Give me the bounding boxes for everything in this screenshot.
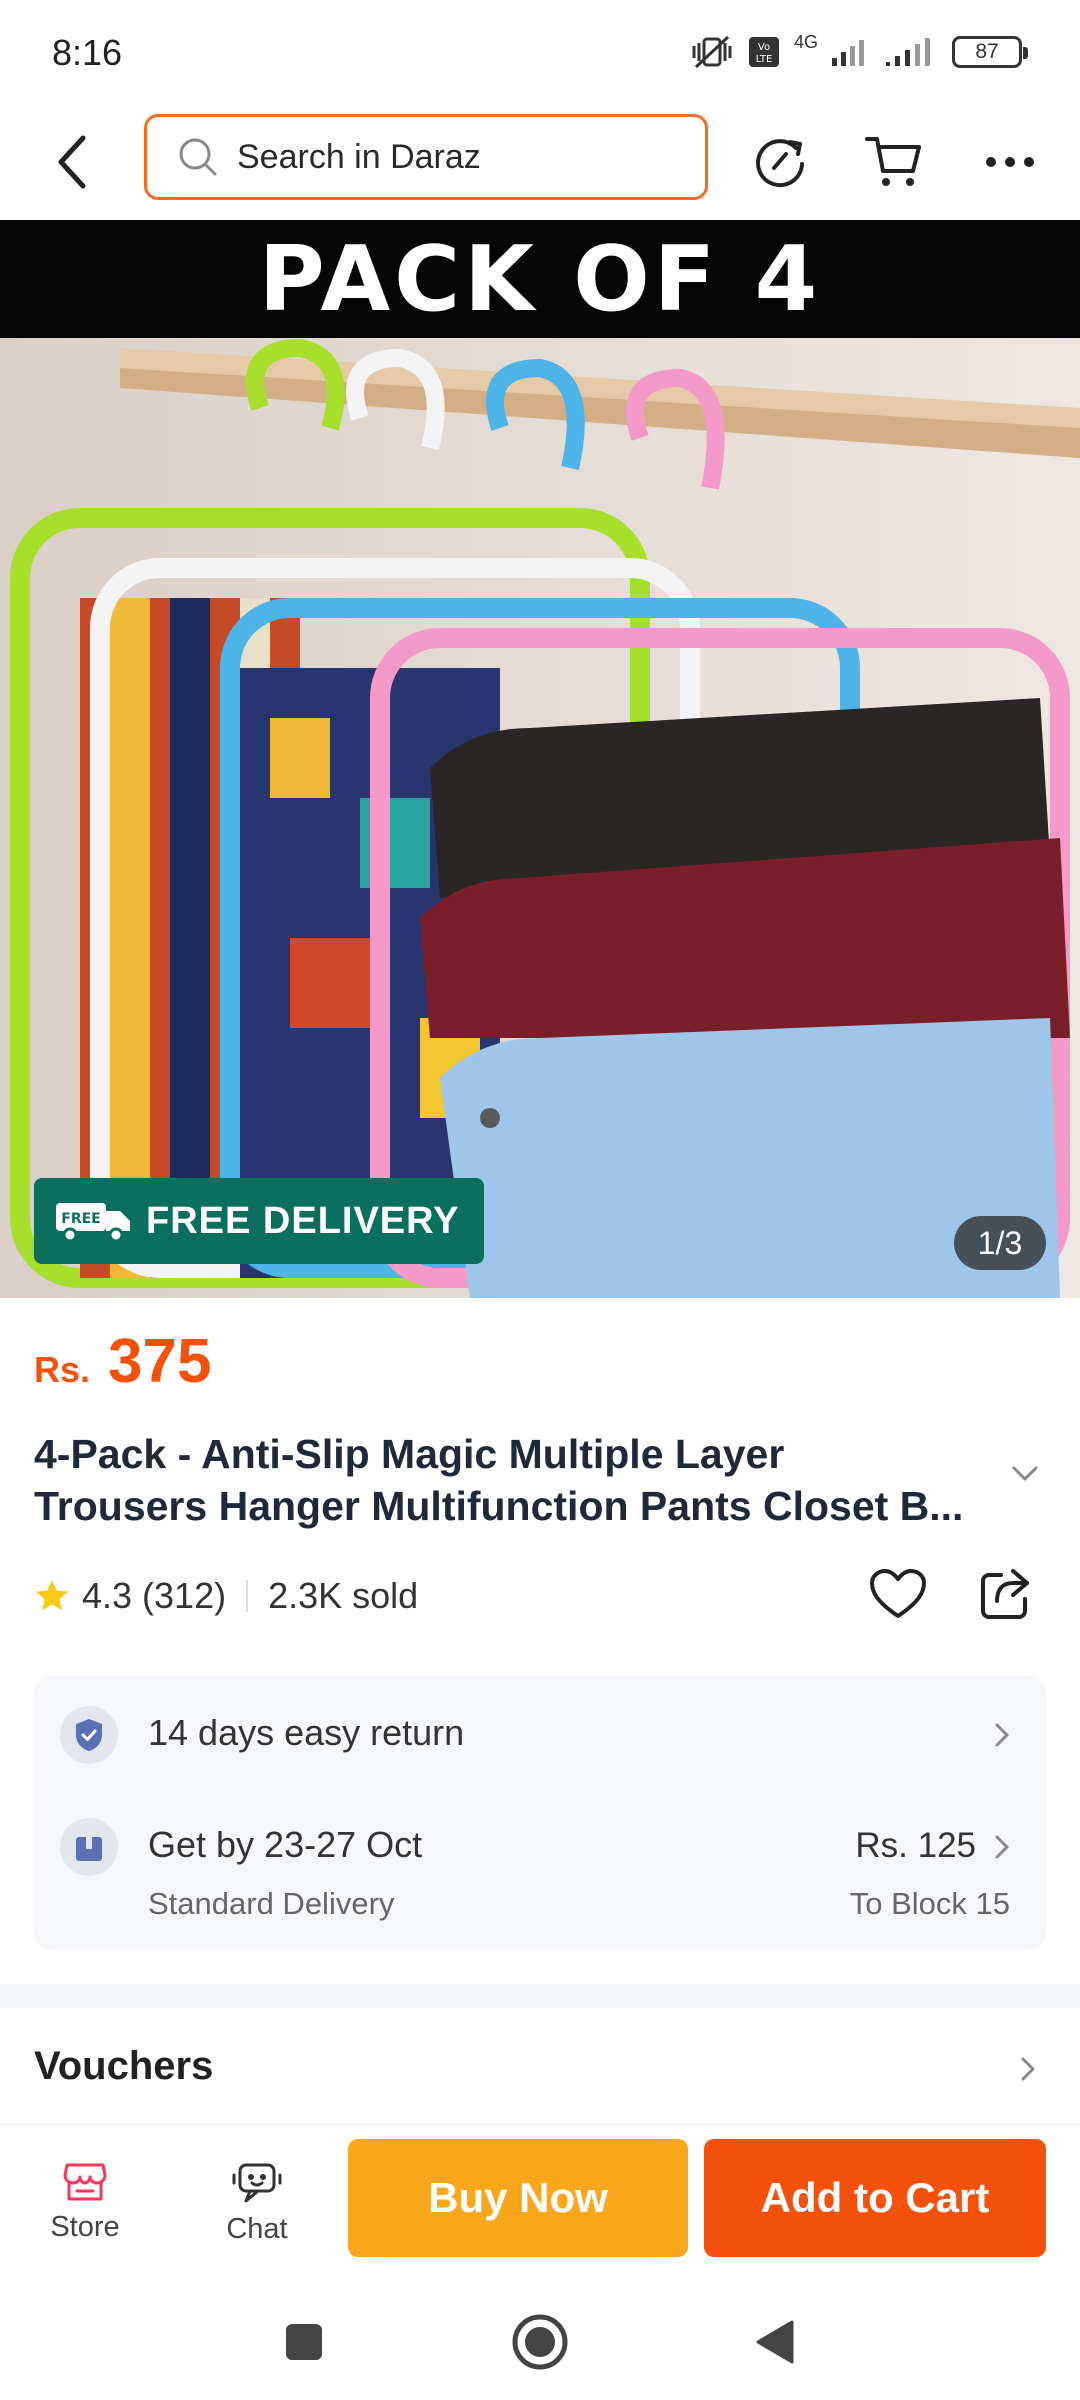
back-button[interactable] [44, 128, 100, 196]
chevron-right-icon [995, 1835, 1009, 1859]
status-time: 8:16 [52, 32, 123, 73]
delivery-row[interactable]: Get by 23-27 Oct Standard Delivery Rs. 1… [60, 1814, 1020, 1934]
search-icon [179, 138, 217, 176]
chat-label: Chat [226, 2213, 288, 2245]
volte-icon: Vo LTE [748, 37, 779, 67]
battery-level: 87 [975, 40, 999, 63]
pack-banner-text: PACK OF 4 [258, 226, 822, 332]
bottom-action-bar: Store Chat Buy Now Add to Cart [0, 2124, 1080, 2280]
rating-row[interactable]: 4.3 (312) 2.3K sold [34, 1566, 418, 1626]
product-title[interactable]: 4-Pack - Anti-Slip Magic Multiple Layer … [34, 1428, 1014, 1532]
add-to-cart-button[interactable]: Add to Cart [704, 2139, 1046, 2257]
truck-icon: FREE [56, 1203, 130, 1243]
return-policy-text: 14 days easy return [148, 1712, 465, 1753]
free-delivery-badge: FREE FREE DELIVERY [34, 1178, 484, 1264]
heart-icon [870, 1569, 926, 1618]
expand-title-button[interactable] [1012, 1466, 1038, 1487]
price-value: 375 [108, 1327, 212, 1396]
delivery-type: Standard Delivery [148, 1886, 395, 1921]
circle-home-icon [512, 2314, 568, 2370]
more-dots-icon [986, 157, 1034, 167]
chat-button[interactable]: Chat [202, 2161, 312, 2246]
chevron-left-icon [58, 135, 86, 189]
divider [246, 1580, 249, 1612]
product-title-line-2: Trousers Hanger Multifunction Pants Clos… [34, 1483, 964, 1529]
service-card: 14 days easy return Get by 23-27 Oct Sta… [34, 1676, 1046, 1950]
cart-icon [865, 137, 921, 186]
recent-apps-button[interactable] [272, 2310, 336, 2374]
vouchers-title: Vouchers [34, 2044, 214, 2088]
chevron-down-icon [1012, 1466, 1038, 1481]
review-count: (312) [142, 1575, 227, 1616]
square-icon [286, 2324, 322, 2360]
search-input[interactable]: Search in Daraz [144, 114, 708, 200]
price: Rs. 375 [34, 1326, 211, 1397]
svg-text:LTE: LTE [756, 54, 773, 65]
cart-button[interactable] [858, 126, 930, 198]
wishlist-button[interactable] [866, 1562, 930, 1626]
image-counter: 1/3 [954, 1216, 1046, 1270]
more-button[interactable] [974, 126, 1046, 198]
chevron-right-icon [995, 1723, 1009, 1747]
refresh-arrow-icon [756, 139, 804, 188]
signal-icon-2 [886, 38, 930, 66]
price-currency: Rs. [34, 1349, 91, 1390]
share-button[interactable] [974, 1562, 1038, 1626]
section-divider [0, 1984, 1080, 2008]
battery-icon: 87 [952, 36, 1028, 68]
signal-icon [832, 40, 864, 66]
status-bar: 8:16 Vo LTE 4G 87 [0, 0, 1080, 104]
free-delivery-text: FREE DELIVERY [146, 1199, 460, 1242]
svg-text:Vo: Vo [758, 42, 770, 53]
network-type: 4G [793, 31, 818, 52]
chevron-right-icon [1021, 2057, 1035, 2081]
system-navigation-bar [0, 2280, 1080, 2400]
rating-value: 4.3 [82, 1575, 133, 1616]
sold-count: 2.3K sold [268, 1575, 419, 1616]
search-placeholder: Search in Daraz [237, 137, 481, 176]
star-icon [36, 1580, 68, 1611]
vibrate-off-icon [692, 35, 732, 69]
buy-now-button[interactable]: Buy Now [348, 2139, 688, 2257]
delivery-date: Get by 23-27 Oct [148, 1824, 423, 1865]
package-icon [60, 1818, 118, 1876]
delivery-fee: Rs. 125 [855, 1826, 976, 1865]
product-image-carousel[interactable]: PACK OF 4 FREE FREE DELIVERY 1/3 [0, 220, 1080, 1298]
store-label: Store [50, 2211, 120, 2243]
history-button[interactable] [744, 126, 816, 198]
product-photo [0, 338, 1080, 1298]
pack-banner: PACK OF 4 [0, 220, 1080, 338]
system-back-button[interactable] [742, 2310, 806, 2374]
store-button[interactable]: Store [30, 2161, 140, 2244]
chat-icon [232, 2163, 282, 2203]
shield-check-icon [60, 1706, 118, 1764]
triangle-back-icon [756, 2320, 794, 2364]
home-button[interactable] [508, 2310, 572, 2374]
product-title-line-1: 4-Pack - Anti-Slip Magic Multiple Layer [34, 1431, 785, 1477]
return-policy-row[interactable]: 14 days easy return [60, 1702, 1020, 1772]
delivery-destination: To Block 15 [849, 1886, 1010, 1921]
store-icon [63, 2163, 107, 2201]
app-header: Search in Daraz [0, 104, 1080, 220]
status-icons: Vo LTE 4G 87 [690, 31, 1028, 70]
truck-free-text: FREE [61, 1211, 100, 1227]
share-icon [981, 1569, 1029, 1619]
vouchers-row[interactable]: Vouchers [0, 2008, 1080, 2124]
